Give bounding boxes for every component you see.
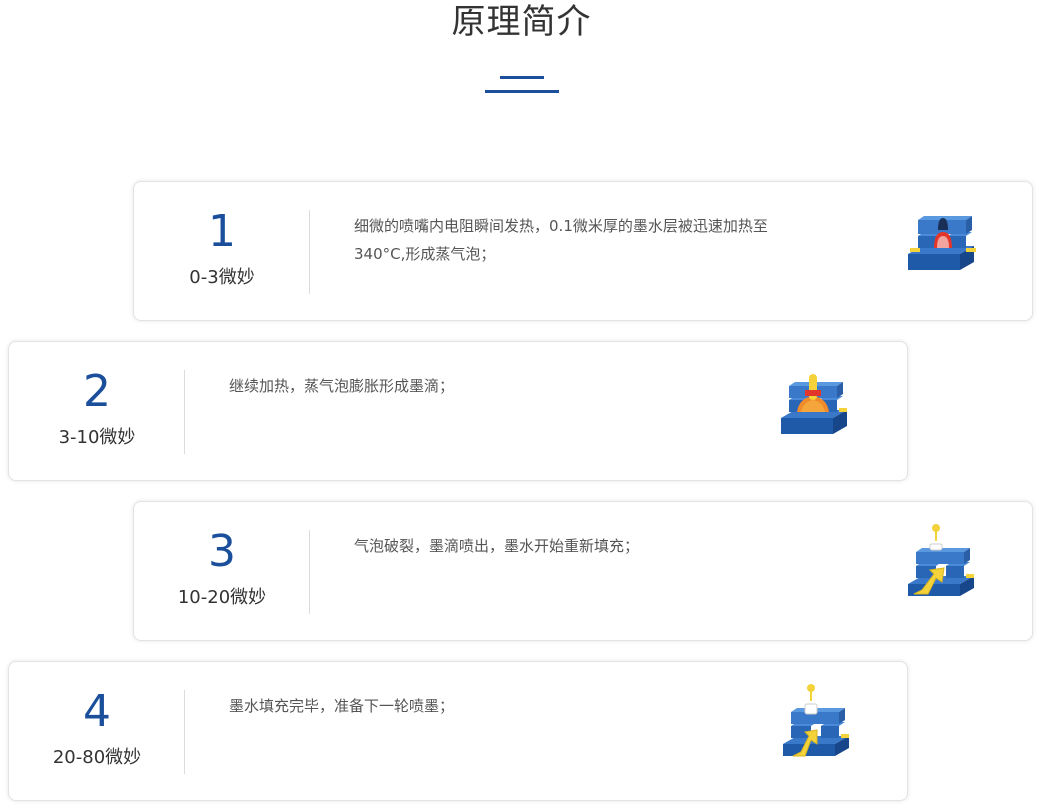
step-time: 20-80微妙: [52, 747, 142, 768]
step-time: 10-20微妙: [177, 587, 267, 608]
title-underline: [485, 76, 559, 93]
step-time: 3-10微妙: [58, 427, 136, 448]
ink-refill-icon: [777, 680, 867, 770]
step-number: 4: [83, 686, 111, 737]
step-number-block: 3 10-20微妙: [134, 502, 310, 640]
step-description: 气泡破裂，墨滴喷出，墨水开始重新填充；: [354, 537, 640, 555]
step-divider: [309, 530, 310, 614]
page-title: 原理简介: [451, 2, 592, 42]
step-description: 墨水填充完毕，准备下一轮喷墨；: [229, 697, 455, 715]
step-card-3: 3 10-20微妙 气泡破裂，墨滴喷出，墨水开始重新填充；: [133, 501, 1033, 641]
step-number: 2: [83, 366, 111, 417]
step-divider: [309, 210, 310, 294]
nozzle-heating-icon: [900, 206, 990, 296]
step-number: 3: [208, 526, 236, 577]
step-card-4: 4 20-80微妙 墨水填充完毕，准备下一轮喷墨；: [8, 661, 908, 801]
droplet-ejecting-icon: [902, 520, 992, 610]
bubble-expanding-icon: [775, 370, 865, 460]
step-divider: [184, 690, 185, 774]
step-number-block: 2 3-10微妙: [9, 342, 185, 480]
step-number: 1: [208, 206, 236, 257]
step-time: 0-3微妙: [189, 267, 255, 288]
step-divider: [184, 370, 185, 454]
step-number-block: 1 0-3微妙: [134, 182, 310, 320]
step-number-block: 4 20-80微妙: [9, 662, 185, 800]
step-card-2: 2 3-10微妙 继续加热，蒸气泡膨胀形成墨滴；: [8, 341, 908, 481]
underline-bar-top: [500, 76, 544, 79]
step-card-1: 1 0-3微妙 细微的喷嘴内电阻瞬间发热，0.1微米厚的墨水层被迅速加热至340…: [133, 181, 1033, 321]
step-description: 继续加热，蒸气泡膨胀形成墨滴；: [229, 377, 455, 395]
underline-bar-bottom: [485, 90, 559, 93]
step-description: 细微的喷嘴内电阻瞬间发热，0.1微米厚的墨水层被迅速加热至340°C,形成蒸气泡…: [354, 217, 768, 263]
